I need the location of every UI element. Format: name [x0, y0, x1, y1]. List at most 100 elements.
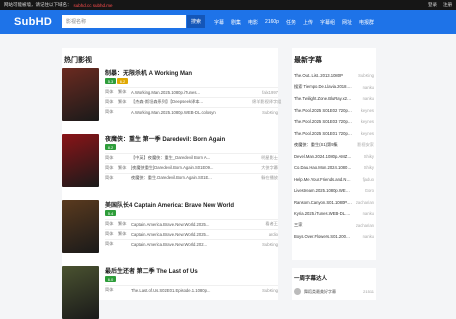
movie-poster[interactable] [62, 68, 99, 121]
movie-poster[interactable] [62, 134, 99, 187]
latest-subtitle-user[interactable]: keynes [352, 119, 374, 124]
latest-subtitle-item[interactable]: Boys.Over.Flowers.S01.2009.10... nanku [294, 231, 374, 243]
latest-subtitle-item[interactable]: The.Out..List..2013.1080P SubKing [294, 70, 374, 82]
uploader-name[interactable]: falx1997 [252, 90, 278, 95]
subtitle-name[interactable]: A.Working.Man.2025.1080p.iTunes... [131, 90, 252, 95]
latest-subtitle-item[interactable]: The.Twilight.Zone.BluRay.x264-... nanku [294, 93, 374, 105]
latest-subtitle-user[interactable]: zacharian [352, 200, 374, 205]
movie-poster[interactable] [62, 266, 99, 319]
uploader-name[interactable]: SubKing [252, 242, 278, 247]
subtitle-row[interactable]: 简体 繁体 【杰森·斯坦森系列】【Deepseek译本... 绵羊影视译字组 [105, 97, 281, 106]
subtitle-name[interactable]: [夜魔侠重生]Daredevil.Born.Again.S01E09... [131, 165, 252, 171]
subtitle-row[interactable]: 简体 Captain.America.Brave.New.World.202...… [105, 239, 278, 248]
latest-subtitle-item[interactable]: Co.Dau.Hao.Mon.2024.1080p.A... Shiky [294, 162, 374, 174]
subtitle-row[interactable]: 简体 A.Working.Man.2025.1080p.WEB-DL.colosy… [105, 107, 278, 116]
latest-subtitle-name[interactable]: The.Twilight.Zone.BluRay.x264-... [294, 96, 352, 101]
login-link[interactable]: 登录 [428, 2, 437, 8]
latest-subtitle-item[interactable]: 夜魔侠：重生(S1)第9集 影视安家 [294, 139, 374, 151]
nav-link-movies[interactable]: 电影 [248, 19, 258, 26]
latest-subtitle-user[interactable]: nanku [352, 85, 374, 90]
latest-subtitle-user[interactable]: Goro [352, 188, 374, 193]
latest-subtitle-user[interactable]: nanku [352, 96, 374, 101]
latest-subtitle-item[interactable]: 三家 zacharian [294, 220, 374, 232]
latest-subtitle-item[interactable]: The.Pool.2025 S01E02 720p M7... keynes [294, 105, 374, 117]
latest-subtitle-user[interactable]: Shiky [352, 165, 374, 170]
top-user-row[interactable]: 舞蹈类最美好字幕 21511 [294, 288, 374, 295]
nav-link-subtitles[interactable]: 字幕 [214, 19, 224, 26]
nav-link-series[interactable]: 剧集 [231, 19, 241, 26]
subtitle-row[interactable]: 简体 繁体 Captain.America.Brave.New.World.2025… [105, 229, 278, 238]
subtitle-name[interactable]: Captain.America.Brave.New.World.2025... [131, 222, 252, 227]
subtitle-name[interactable]: 夜魔侠：重生.Daredevil.Born.Again.S01E... [131, 175, 252, 181]
subtitle-row[interactable]: 简体 繁体 Captain.America.Brave.New.World.2025… [105, 219, 278, 228]
uploader-name[interactable]: 躲在播放 [252, 175, 278, 181]
search-input[interactable]: 影视名称 [62, 15, 186, 28]
latest-subtitle-name[interactable]: Devel.Man.2024.1080p.AMZN.W... [294, 154, 352, 159]
movie-title[interactable]: 最后生还者 第二季 The Last of Us [105, 266, 198, 275]
movie-poster[interactable] [62, 200, 99, 253]
subtitle-name[interactable]: The.Last.of.Us.S02E01.Episode.1.1080p... [131, 288, 252, 293]
latest-subtitle-name[interactable]: Help.Me.Your.Friends.and.Neigh... [294, 177, 352, 182]
subtitle-name[interactable]: 【中英】夜魔侠：重生_Daredevil Born A... [131, 155, 252, 161]
latest-subtitle-user[interactable]: SubKing [352, 73, 374, 78]
latest-subtitle-user[interactable]: fjaduo [352, 177, 374, 182]
search-button[interactable]: 搜索 [187, 15, 205, 28]
latest-subtitle-user[interactable]: zacharian [352, 223, 374, 228]
movie-title[interactable]: 制暴：无限杀机 A Working Man [105, 68, 192, 77]
nav-link-2160p[interactable]: 2160p [265, 19, 279, 25]
nav-link-upload[interactable]: 上传 [303, 19, 313, 26]
latest-subtitle-name[interactable]: Kyria.2025.iTunes.WEB-DL.JBDRip [294, 211, 352, 216]
latest-subtitle-item[interactable]: The.Pool.2025 S01E01 720p M7... keynes [294, 128, 374, 140]
latest-subtitle-name[interactable]: Ransom.Canyon.S01.1080P.NF... [294, 200, 352, 205]
latest-subtitle-name[interactable]: The.Pool.2025 S01E02 720p M7... [294, 108, 352, 113]
latest-subtitle-item[interactable]: Help.Me.Your.Friends.and.Neigh... fjaduo [294, 174, 374, 186]
uploader-name[interactable]: ardio [252, 232, 278, 237]
subtitle-row[interactable]: 简体 繁体 [夜魔侠重生]Daredevil.Born.Again.S01E09..… [105, 163, 278, 172]
uploader-name[interactable]: 绵羊影视译字组 [252, 99, 281, 105]
latest-subtitle-name[interactable]: Boys.Over.Flowers.S01.2009.10... [294, 234, 352, 239]
latest-subtitle-user[interactable]: 影视安家 [352, 142, 374, 148]
latest-subtitle-name[interactable]: 三家 [294, 222, 352, 228]
top-users-title: 一周字幕达人 [294, 276, 328, 282]
latest-subtitle-item[interactable]: Livestream.2025.1080p.WEB-DL...Goro [294, 185, 374, 197]
latest-subtitle-item[interactable]: Ransom.Canyon.S01.1080P.NF... zacharian [294, 197, 374, 209]
latest-subtitle-name[interactable]: The.Out..List..2013.1080P [294, 73, 352, 78]
nav-link-groups[interactable]: 字幕组 [320, 19, 335, 26]
latest-subtitle-name[interactable]: Livestream.2025.1080p.WEB-DL... [294, 188, 352, 193]
subtitle-name[interactable]: Captain.America.Brave.New.World.202... [131, 242, 252, 247]
uploader-name[interactable]: SubKing [252, 288, 278, 293]
movie-title[interactable]: 美国队长4 Captain America: Brave New World [105, 200, 234, 209]
latest-subtitle-item[interactable]: Kyria.2025.iTunes.WEB-DL.JBDRipnanku [294, 208, 374, 220]
subtitle-name[interactable]: A.Working.Man.2025.1080p.WEB-DL.colosyn [131, 110, 252, 115]
uploader-name[interactable]: 明星影士 [252, 155, 278, 161]
nav-link-telegram[interactable]: 电报群 [359, 19, 374, 26]
movie-title[interactable]: 夜魔侠：重生 第一季 Daredevil: Born Again [105, 134, 225, 143]
uploader-name[interactable]: SubKing [252, 110, 278, 115]
subtitle-row[interactable]: 简体 The.Last.of.Us.S02E01.Episode.1.1080p.… [105, 285, 278, 294]
site-logo[interactable]: SubHD [14, 16, 52, 28]
latest-subtitle-item[interactable]: The.Pool.2025 S01E03 720p M7... keynes [294, 116, 374, 128]
lang-tag: 简体 [105, 221, 114, 226]
uploader-name[interactable]: 看者王 [252, 221, 278, 227]
latest-subtitle-name[interactable]: 搜索 Tiempo.De.Llavia.2018.SPAN... [294, 84, 352, 90]
subtitle-name[interactable]: 【杰森·斯坦森系列】【Deepseek译本... [131, 99, 252, 105]
latest-subtitle-user[interactable]: Shiky [352, 154, 374, 159]
subtitle-row[interactable]: 简体 【中英】夜魔侠：重生_Daredevil Born A... 明星影士 [105, 153, 278, 162]
latest-subtitle-item[interactable]: Devel.Man.2024.1080p.AMZN.W...Shiky [294, 151, 374, 163]
nav-link-sites[interactable]: 网址 [342, 19, 352, 26]
latest-subtitle-name[interactable]: The.Pool.2025 S01E01 720p M7... [294, 131, 352, 136]
subtitle-row[interactable]: 简体 繁体 A.Working.Man.2025.1080p.iTunes... fa… [105, 87, 278, 96]
nav-link-tasks[interactable]: 任务 [286, 19, 296, 26]
latest-subtitle-user[interactable]: nanku [352, 211, 374, 216]
latest-subtitle-user[interactable]: keynes [352, 108, 374, 113]
latest-subtitle-user[interactable]: nanku [352, 234, 374, 239]
latest-subtitle-item[interactable]: 搜索 Tiempo.De.Llavia.2018.SPAN...nanku [294, 82, 374, 94]
uploader-name[interactable]: 大侠字幕 [252, 165, 278, 171]
latest-subtitle-name[interactable]: 夜魔侠：重生(S1)第9集 [294, 142, 352, 148]
latest-subtitle-user[interactable]: keynes [352, 131, 374, 136]
subtitle-name[interactable]: Captain.America.Brave.New.World.2025... [131, 232, 252, 237]
register-link[interactable]: 注册 [443, 2, 452, 8]
subtitle-row[interactable]: 简体 夜魔侠：重生.Daredevil.Born.Again.S01E... 躲在播… [105, 173, 278, 182]
latest-subtitle-name[interactable]: Co.Dau.Hao.Mon.2024.1080p.A... [294, 165, 352, 170]
latest-subtitle-name[interactable]: The.Pool.2025 S01E03 720p M7... [294, 119, 352, 124]
